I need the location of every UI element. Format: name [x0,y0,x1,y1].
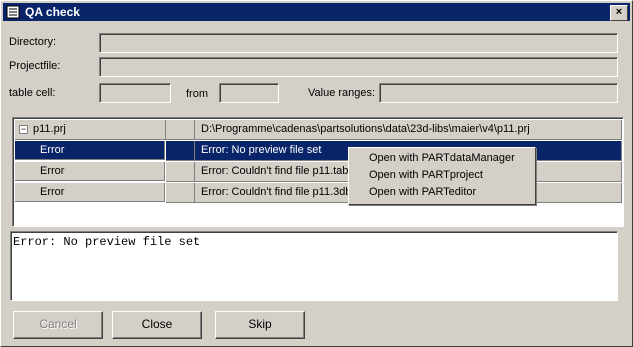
from-field[interactable] [219,83,279,103]
row-extra [608,141,622,161]
close-window-button[interactable]: × [610,5,628,21]
root-project-name: p11.prj [33,123,66,135]
menu-item-open-partdatamanager[interactable]: Open with PARTdataManager [350,150,533,167]
table-cell-label: table cell: [9,87,56,99]
root-status-cell [166,120,195,140]
window-title: QA check [25,5,80,19]
row-extra [608,162,622,182]
close-icon: × [615,6,623,18]
app-icon [6,5,20,19]
root-path-cell: D:\Programme\cadenas\partsolutions\data\… [195,120,614,140]
tree-root-cell: − p11.prj [15,120,166,140]
value-ranges-label: Value ranges: [308,87,376,99]
root-extra-cell [608,120,622,140]
cancel-button[interactable]: Cancel [13,311,103,339]
row-type: Error [15,183,165,202]
skip-button[interactable]: Skip [215,311,305,339]
tree-root-row[interactable]: − p11.prj D:\Programme\cadenas\partsolut… [15,120,622,140]
message-textarea[interactable]: Error: No preview file set [10,231,618,301]
projectfile-label: Projectfile: [9,60,61,72]
directory-field[interactable] [99,33,618,53]
title-bar[interactable]: QA check × [3,3,630,21]
close-button[interactable]: Close [112,311,202,339]
value-ranges-field[interactable] [379,83,618,103]
projectfile-field[interactable] [99,57,618,77]
row-type: Error [15,162,165,181]
context-menu: Open with PARTdataManager Open with PART… [348,147,536,205]
row-status [166,162,195,182]
table-cell-field[interactable] [99,83,171,103]
from-label: from [186,88,208,100]
row-status [166,141,195,161]
directory-label: Directory: [9,36,57,48]
menu-item-open-partproject[interactable]: Open with PARTproject [350,167,533,184]
qa-check-window: QA check × Directory: Projectfile: table… [0,0,633,347]
collapse-icon[interactable]: − [19,125,28,134]
row-type: Error [15,141,165,160]
row-extra [608,183,622,203]
menu-item-open-parteditor[interactable]: Open with PARTeditor [350,184,533,201]
row-status [166,183,195,203]
